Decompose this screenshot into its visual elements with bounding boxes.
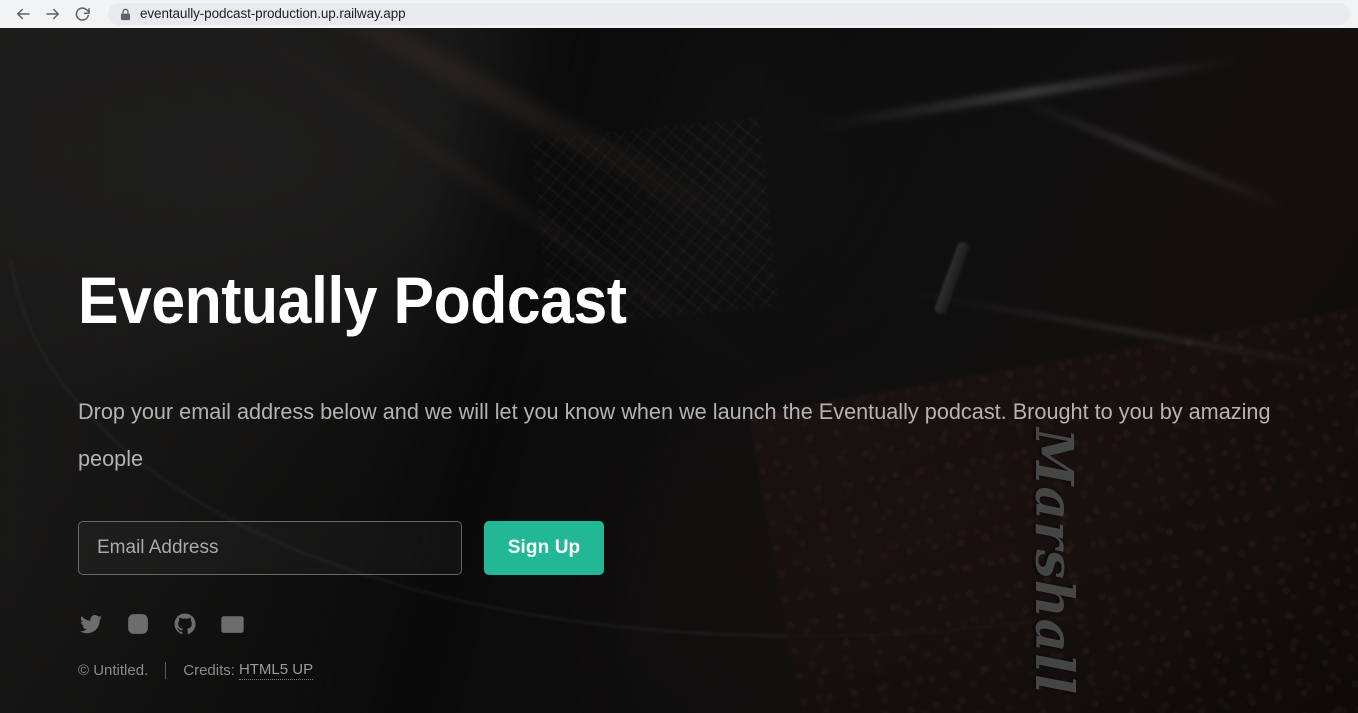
sign-up-button[interactable]: Sign Up — [484, 521, 604, 575]
footer-copyright: © Untitled. — [78, 662, 149, 679]
page-title: Eventually Podcast — [78, 263, 627, 337]
footer: © Untitled. Credits: HTML5 UP — [78, 661, 314, 680]
email-icon[interactable] — [219, 611, 245, 637]
back-arrow-icon — [17, 8, 30, 20]
twitter-icon[interactable] — [78, 611, 104, 637]
reload-icon — [75, 7, 90, 21]
hero-section: Eventually Podcast Drop your email addre… — [78, 28, 1298, 713]
page-content: Marshall Eventually Podcast Drop your em… — [0, 28, 1358, 713]
url-text: eventaully-podcast-production.up.railway… — [140, 6, 406, 21]
lock-icon — [120, 8, 131, 21]
hero-description: Drop your email address below and we wil… — [78, 399, 1271, 471]
forward-button[interactable] — [38, 1, 68, 27]
forward-arrow-icon — [46, 8, 59, 20]
github-icon[interactable] — [172, 611, 198, 637]
footer-separator — [165, 662, 167, 679]
reload-button[interactable] — [68, 1, 98, 27]
footer-credits-label: Credits: — [183, 662, 235, 679]
email-field[interactable] — [78, 521, 462, 575]
signup-form: Sign Up — [78, 521, 604, 575]
social-links — [78, 611, 245, 637]
html5up-link[interactable]: HTML5 UP — [238, 661, 314, 680]
address-bar[interactable]: eventaully-podcast-production.up.railway… — [108, 3, 1350, 25]
browser-toolbar: eventaully-podcast-production.up.railway… — [0, 0, 1358, 28]
instagram-icon[interactable] — [125, 611, 151, 637]
back-button[interactable] — [8, 1, 38, 27]
